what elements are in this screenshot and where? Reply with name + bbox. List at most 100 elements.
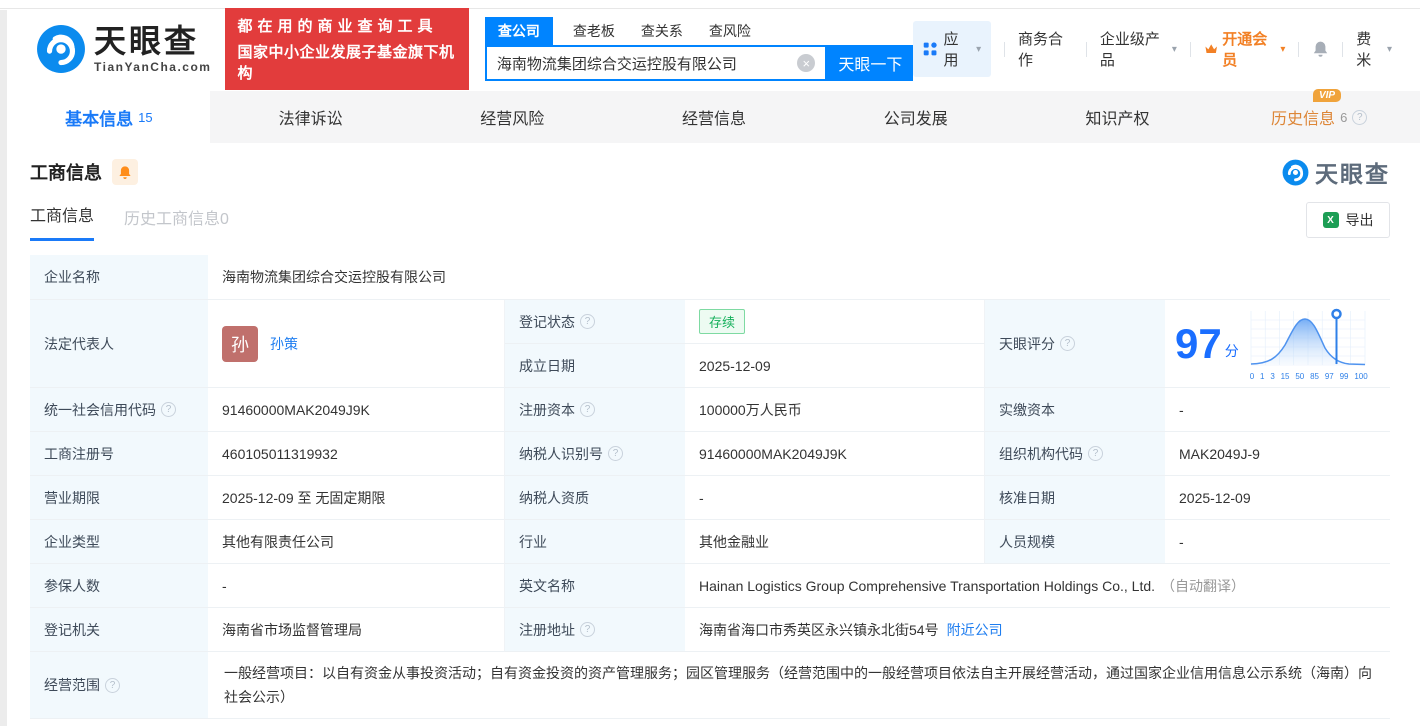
subtab-history-business-info[interactable]: 历史工商信息0	[124, 205, 229, 241]
search-tabs: 查公司 查老板 查关系 查风险	[484, 17, 913, 45]
field-value-reg-address: 海南省海口市秀英区永兴镇永北街54号 附近公司	[685, 608, 1390, 652]
field-value-reg-status: 存续	[685, 300, 985, 344]
field-value-establish-date: 2025-12-09	[685, 344, 985, 388]
user-caret-icon: ▾	[1387, 43, 1393, 55]
field-value-reg-capital: 100000万人民币	[685, 388, 985, 432]
field-value-legal-rep: 孙 孙策	[208, 300, 505, 388]
clear-icon[interactable]: ×	[797, 54, 816, 72]
tab-basic-info-count: 15	[138, 109, 153, 125]
business-scope-help-icon[interactable]: ?	[105, 677, 120, 693]
tab-intellectual-property[interactable]: 知识产权	[1017, 91, 1219, 143]
search-tab-company[interactable]: 查公司	[484, 17, 553, 45]
reg-address-help-icon[interactable]: ?	[580, 622, 595, 637]
field-label-establish-date: 成立日期	[505, 344, 685, 388]
divider	[1004, 41, 1006, 57]
nearby-companies-link[interactable]: 附近公司	[947, 620, 1003, 640]
orange-bell-icon	[119, 165, 131, 179]
reg-status-help-icon[interactable]: ?	[580, 314, 595, 329]
search-field-wrap: ×	[484, 45, 828, 81]
field-value-credit-code: 91460000MAK2049J9K	[208, 388, 505, 432]
tab-company-development[interactable]: 公司发展	[815, 91, 1017, 143]
reg-capital-help-icon[interactable]: ?	[580, 402, 595, 417]
tab-history-info-label: 历史信息	[1271, 111, 1336, 128]
search-input[interactable]	[486, 54, 798, 72]
taxpayer-id-help-icon[interactable]: ?	[608, 446, 623, 461]
field-label-reg-authority: 登记机关	[30, 608, 208, 652]
field-value-paid-capital: -	[1165, 388, 1390, 432]
field-value-english-name: Hainan Logistics Group Comprehensive Tra…	[685, 564, 1390, 608]
field-label-taxpayer-quality: 纳税人资质	[505, 476, 685, 520]
field-value-approval-date: 2025-12-09	[1165, 476, 1390, 520]
field-label-insured-count: 参保人数	[30, 564, 208, 608]
field-value-reg-authority: 海南省市场监督管理局	[208, 608, 505, 652]
field-label-approval-date: 核准日期	[985, 476, 1165, 520]
section-title: 工商信息	[30, 163, 102, 183]
subtab-business-info[interactable]: 工商信息	[30, 202, 95, 241]
watermark-logo-icon	[1282, 159, 1309, 185]
field-label-reg-address: 注册地址?	[505, 608, 685, 652]
tab-history-info[interactable]: 历史信息 VIP 6 ?	[1218, 89, 1420, 143]
search-area: 查公司 查老板 查关系 查风险 × 天眼一下	[484, 17, 914, 81]
tab-basic-info[interactable]: 基本信息 15	[8, 91, 210, 143]
search-tab-boss[interactable]: 查老板	[573, 17, 615, 45]
field-value-industry: 其他金融业	[685, 520, 985, 564]
score-distribution-chart: 01 3 15 50 85 97 99 100	[1249, 307, 1369, 381]
tab-basic-info-label: 基本信息	[65, 109, 134, 129]
logo-title: 天眼查	[94, 22, 200, 59]
chart-marker-pin	[1330, 308, 1342, 319]
field-label-company-type: 企业类型	[30, 520, 208, 564]
username: 费米	[1356, 31, 1372, 69]
divider	[1342, 41, 1344, 57]
tab-legal-litigation[interactable]: 法律诉讼	[210, 91, 412, 143]
divider	[1189, 41, 1191, 57]
vip-badge: VIP	[1312, 89, 1342, 102]
enterprise-products-menu[interactable]: 企业级产品 ▾	[1100, 28, 1177, 70]
promo-banner: 都在用的商业查询工具 国家中小企业发展子基金旗下机构	[225, 8, 469, 90]
field-label-taxpayer-id: 纳税人识别号?	[505, 432, 685, 476]
org-code-help-icon[interactable]: ?	[1088, 446, 1103, 461]
field-label-business-scope: 经营范围?	[30, 652, 208, 719]
enterprise-products-label: 企业级产品	[1099, 31, 1160, 69]
divider	[1298, 41, 1300, 57]
tab-history-info-count: 6	[1340, 109, 1348, 125]
business-cooperation-link[interactable]: 商务合作	[1018, 28, 1073, 70]
logo-domain: TianYanCha.com	[94, 59, 212, 74]
field-label-business-term: 营业期限	[30, 476, 208, 520]
page-left-strip	[0, 10, 7, 726]
search-tab-risk[interactable]: 查风险	[709, 17, 751, 45]
divider	[1086, 41, 1087, 57]
field-value-company-name: 海南物流集团综合交运控股有限公司	[208, 255, 1390, 300]
tab-operation-risk[interactable]: 经营风险	[411, 91, 613, 143]
watermark-text: 天眼查	[1315, 161, 1390, 187]
user-menu[interactable]: 费米 ▾	[1356, 28, 1392, 70]
tianyancha-logo[interactable]: 天眼查 TianYanCha.com	[36, 24, 211, 74]
tianyancha-watermark: 天眼查	[1282, 155, 1390, 189]
field-label-org-code: 组织机构代码?	[985, 432, 1165, 476]
field-label-company-name: 企业名称	[30, 255, 208, 300]
legal-rep-link[interactable]: 孙策	[270, 334, 298, 354]
open-vip-label: 开通会员	[1222, 31, 1268, 69]
tab-operation-info[interactable]: 经营信息	[613, 91, 815, 143]
open-vip-menu[interactable]: 开通会员 ▾	[1204, 28, 1285, 70]
field-value-org-code: MAK2049J-9	[1165, 432, 1390, 476]
field-label-english-name: 英文名称	[505, 564, 685, 608]
search-tab-relation[interactable]: 查关系	[641, 17, 683, 45]
field-label-reg-status: 登记状态 ?	[505, 300, 685, 344]
reg-status-label: 登记状态	[519, 313, 575, 330]
monitor-bell-button[interactable]	[112, 159, 138, 185]
main-content: 工商信息 天眼查 工商信息 历史工商信息0 X 导出 企业名称 海南物流集团综合…	[0, 155, 1420, 719]
notifications-button[interactable]	[1312, 40, 1329, 58]
tyc-score-help-icon[interactable]: ?	[1060, 336, 1075, 351]
apps-menu[interactable]: 应用 ▾	[913, 21, 992, 77]
history-help-icon[interactable]: ?	[1352, 109, 1368, 125]
auto-translate-note: （自动翻译）	[1161, 577, 1246, 594]
export-button[interactable]: X 导出	[1306, 202, 1390, 238]
field-value-taxpayer-id: 91460000MAK2049J9K	[685, 432, 985, 476]
apps-caret-icon: ▾	[976, 43, 982, 55]
search-button[interactable]: 天眼一下	[827, 45, 914, 81]
field-label-industry: 行业	[505, 520, 685, 564]
tyc-score-label: 天眼评分	[999, 335, 1055, 352]
credit-code-help-icon[interactable]: ?	[161, 402, 176, 417]
field-value-tyc-score: 97 分 0 1 3 15 50 85 97 99 100	[1165, 300, 1390, 388]
business-info-table: 企业名称 海南物流集团综合交运控股有限公司 法定代表人 孙 孙策 登记状态 ? …	[30, 255, 1390, 719]
